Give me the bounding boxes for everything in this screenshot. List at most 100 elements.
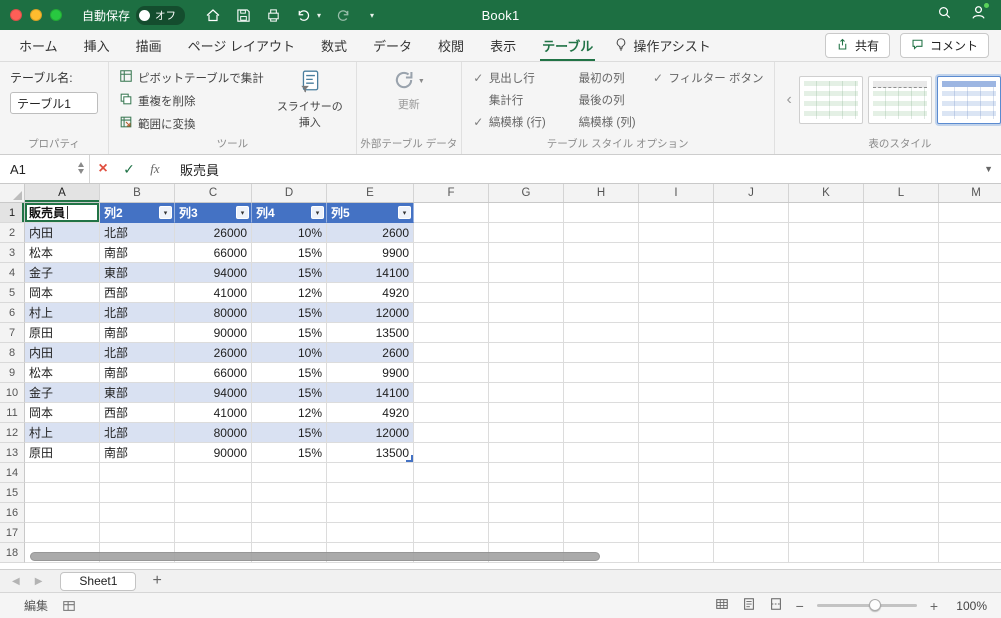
cell-C5[interactable]: 41000 bbox=[175, 283, 252, 303]
cell-B12[interactable]: 北部 bbox=[100, 423, 175, 443]
cell-C17[interactable] bbox=[175, 523, 252, 543]
ribbon-tab[interactable]: ページ レイアウト bbox=[186, 30, 297, 61]
cell-I17[interactable] bbox=[639, 523, 714, 543]
cell-M15[interactable] bbox=[939, 483, 1001, 503]
cell-G7[interactable] bbox=[489, 323, 564, 343]
cell-E3[interactable]: 9900 bbox=[327, 243, 414, 263]
cell-M17[interactable] bbox=[939, 523, 1001, 543]
cell-B15[interactable] bbox=[100, 483, 175, 503]
checkbox-first-column[interactable]: 最初の列 bbox=[562, 69, 636, 86]
cell-D15[interactable] bbox=[252, 483, 327, 503]
row-header-17[interactable]: 17 bbox=[0, 523, 25, 543]
print-icon[interactable] bbox=[266, 8, 281, 23]
cell-L14[interactable] bbox=[864, 463, 939, 483]
cell-C14[interactable] bbox=[175, 463, 252, 483]
row-header-13[interactable]: 13 bbox=[0, 443, 25, 463]
cell-H14[interactable] bbox=[564, 463, 639, 483]
cell-G10[interactable] bbox=[489, 383, 564, 403]
column-header-M[interactable]: M bbox=[939, 184, 1001, 202]
cell-L7[interactable] bbox=[864, 323, 939, 343]
cell-L16[interactable] bbox=[864, 503, 939, 523]
cell-I5[interactable] bbox=[639, 283, 714, 303]
cell-A13[interactable]: 原田 bbox=[25, 443, 100, 463]
convert-to-range-button[interactable]: 範囲に変換 bbox=[119, 115, 264, 132]
cell-J15[interactable] bbox=[714, 483, 789, 503]
column-header-C[interactable]: C bbox=[175, 184, 252, 202]
cell-E11[interactable]: 4920 bbox=[327, 403, 414, 423]
row-header-5[interactable]: 5 bbox=[0, 283, 25, 303]
cell-C6[interactable]: 80000 bbox=[175, 303, 252, 323]
cell-L4[interactable] bbox=[864, 263, 939, 283]
summarize-with-pivot-button[interactable]: ピボットテーブルで集計 bbox=[119, 69, 264, 86]
cell-C7[interactable]: 90000 bbox=[175, 323, 252, 343]
table-style-thumb-1[interactable] bbox=[798, 76, 863, 124]
cell-E16[interactable] bbox=[327, 503, 414, 523]
sheet-tab-sheet1[interactable]: Sheet1 bbox=[60, 571, 137, 591]
cell-D16[interactable] bbox=[252, 503, 327, 523]
cell-K9[interactable] bbox=[789, 363, 864, 383]
cell-A16[interactable] bbox=[25, 503, 100, 523]
ribbon-tab[interactable]: テーブル bbox=[540, 30, 595, 61]
cell-K15[interactable] bbox=[789, 483, 864, 503]
cell-K17[interactable] bbox=[789, 523, 864, 543]
cell-G3[interactable] bbox=[489, 243, 564, 263]
cell-H13[interactable] bbox=[564, 443, 639, 463]
column-header-E[interactable]: E bbox=[327, 184, 414, 202]
cell-L12[interactable] bbox=[864, 423, 939, 443]
column-header-H[interactable]: H bbox=[564, 184, 639, 202]
column-header-G[interactable]: G bbox=[489, 184, 564, 202]
cell-F5[interactable] bbox=[414, 283, 489, 303]
cell-L1[interactable] bbox=[864, 203, 939, 223]
cell-A9[interactable]: 松本 bbox=[25, 363, 100, 383]
row-header-3[interactable]: 3 bbox=[0, 243, 25, 263]
cell-M10[interactable] bbox=[939, 383, 1001, 403]
row-header-8[interactable]: 8 bbox=[0, 343, 25, 363]
cell-A10[interactable]: 金子 bbox=[25, 383, 100, 403]
cell-G2[interactable] bbox=[489, 223, 564, 243]
cell-E8[interactable]: 2600 bbox=[327, 343, 414, 363]
cell-J3[interactable] bbox=[714, 243, 789, 263]
cell-B5[interactable]: 西部 bbox=[100, 283, 175, 303]
toolbar-options-chevron-icon[interactable]: ▾ bbox=[370, 11, 374, 20]
cell-L2[interactable] bbox=[864, 223, 939, 243]
cell-C10[interactable]: 94000 bbox=[175, 383, 252, 403]
cell-A14[interactable] bbox=[25, 463, 100, 483]
normal-view-icon[interactable] bbox=[715, 597, 729, 614]
ribbon-tab[interactable]: 校閲 bbox=[436, 30, 466, 61]
refresh-button[interactable]: ▼ 更新 bbox=[367, 69, 451, 112]
cell-F2[interactable] bbox=[414, 223, 489, 243]
cell-D5[interactable]: 12% bbox=[252, 283, 327, 303]
table-style-thumb-2[interactable] bbox=[867, 76, 932, 124]
insert-function-icon[interactable]: fx bbox=[142, 161, 168, 177]
cell-E13[interactable]: 13500 bbox=[327, 443, 414, 463]
cell-J10[interactable] bbox=[714, 383, 789, 403]
cell-H4[interactable] bbox=[564, 263, 639, 283]
cell-L9[interactable] bbox=[864, 363, 939, 383]
cell-A5[interactable]: 岡本 bbox=[25, 283, 100, 303]
cell-I2[interactable] bbox=[639, 223, 714, 243]
cell-F16[interactable] bbox=[414, 503, 489, 523]
checkbox-header-row[interactable]: ✓ 見出し行 bbox=[472, 69, 546, 86]
cell-M16[interactable] bbox=[939, 503, 1001, 523]
cell-C13[interactable]: 90000 bbox=[175, 443, 252, 463]
formula-content[interactable]: 販売員 bbox=[180, 160, 219, 179]
cell-K3[interactable] bbox=[789, 243, 864, 263]
cell-A12[interactable]: 村上 bbox=[25, 423, 100, 443]
cell-D12[interactable]: 15% bbox=[252, 423, 327, 443]
cell-J9[interactable] bbox=[714, 363, 789, 383]
cell-A3[interactable]: 松本 bbox=[25, 243, 100, 263]
cell-B16[interactable] bbox=[100, 503, 175, 523]
selection-mode-icon[interactable] bbox=[62, 599, 76, 613]
cell-D8[interactable]: 10% bbox=[252, 343, 327, 363]
cell-L3[interactable] bbox=[864, 243, 939, 263]
cell-F4[interactable] bbox=[414, 263, 489, 283]
cell-H1[interactable] bbox=[564, 203, 639, 223]
cell-B2[interactable]: 北部 bbox=[100, 223, 175, 243]
cell-E17[interactable] bbox=[327, 523, 414, 543]
home-icon[interactable] bbox=[205, 7, 221, 23]
cell-A6[interactable]: 村上 bbox=[25, 303, 100, 323]
cell-D9[interactable]: 15% bbox=[252, 363, 327, 383]
row-header-11[interactable]: 11 bbox=[0, 403, 25, 423]
filter-button-E1[interactable]: ▾ bbox=[398, 206, 411, 219]
cell-C3[interactable]: 66000 bbox=[175, 243, 252, 263]
